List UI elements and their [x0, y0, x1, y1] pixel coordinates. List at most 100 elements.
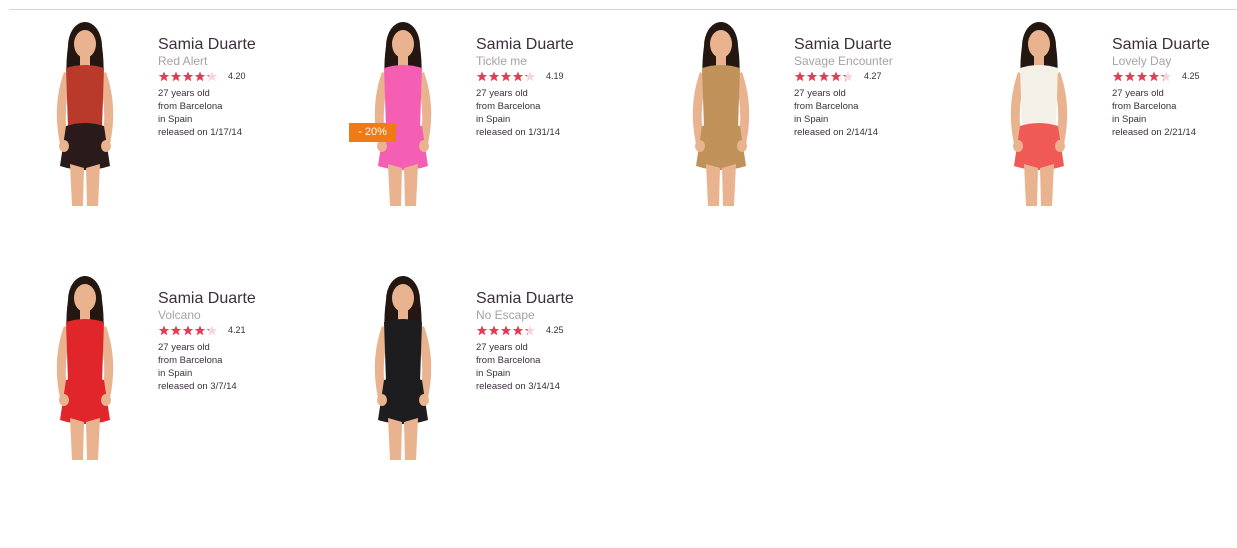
- star-icon: [524, 71, 536, 82]
- model-age: 27 years old: [158, 342, 210, 353]
- release-date: released on 2/14/14: [794, 127, 878, 138]
- gallery-card: Samia Duarte Savage Encounter 4.27 27 years…: [666, 16, 966, 216]
- discount-badge[interactable]: - 20%: [349, 123, 396, 142]
- star-rating[interactable]: [476, 71, 536, 82]
- rating-row: 4.19: [476, 70, 646, 83]
- card-info: Samia Duarte Volcano 4.21 27 years old from …: [158, 289, 328, 393]
- star-icon: [1148, 71, 1160, 82]
- rating-value: 4.25: [546, 325, 564, 335]
- model-details: 27 years old from Barcelona in Spain releas…: [1112, 87, 1237, 139]
- model-photo: [56, 22, 114, 206]
- star-icon: [206, 71, 218, 82]
- model-photo: [374, 276, 432, 460]
- model-details: 27 years old from Barcelona in Spain releas…: [476, 87, 646, 139]
- model-name-link[interactable]: Samia Duarte: [794, 35, 964, 54]
- gallery-title-link[interactable]: Tickle me: [476, 53, 646, 69]
- star-icon: [476, 71, 488, 82]
- star-rating[interactable]: [1112, 71, 1172, 82]
- model-city: from Barcelona: [158, 355, 223, 366]
- rating-value: 4.25: [1182, 71, 1200, 81]
- model-country: in Spain: [476, 114, 511, 125]
- rating-value: 4.27: [864, 71, 882, 81]
- star-rating[interactable]: [476, 325, 536, 336]
- star-icon: [1112, 71, 1124, 82]
- gallery-thumbnail[interactable]: [348, 16, 458, 212]
- star-icon: [488, 71, 500, 82]
- model-country: in Spain: [158, 368, 193, 379]
- star-icon: [194, 71, 206, 82]
- rating-row: 4.25: [476, 324, 646, 337]
- gallery-title-link[interactable]: Savage Encounter: [794, 53, 964, 69]
- star-rating[interactable]: [158, 325, 218, 336]
- rating-row: 4.25: [1112, 70, 1237, 83]
- star-rating[interactable]: [158, 71, 218, 82]
- model-name-link[interactable]: Samia Duarte: [1112, 35, 1237, 54]
- gallery-thumbnail[interactable]: [348, 270, 458, 466]
- rating-value: 4.19: [546, 71, 564, 81]
- model-details: 27 years old from Barcelona in Spain releas…: [158, 87, 328, 139]
- rating-row: 4.27: [794, 70, 964, 83]
- star-icon: [818, 71, 830, 82]
- model-age: 27 years old: [476, 342, 528, 353]
- star-icon: [500, 71, 512, 82]
- gallery-card: Samia Duarte Lovely Day 4.25 27 years old fr…: [984, 16, 1237, 216]
- model-age: 27 years old: [476, 88, 528, 99]
- model-country: in Spain: [158, 114, 193, 125]
- star-icon: [1160, 71, 1172, 82]
- release-date: released on 1/31/14: [476, 127, 560, 138]
- model-city: from Barcelona: [476, 101, 541, 112]
- gallery-card: Samia Duarte Red Alert 4.20 27 years old fro…: [30, 16, 330, 216]
- model-age: 27 years old: [1112, 88, 1164, 99]
- star-icon: [1136, 71, 1148, 82]
- model-name-link[interactable]: Samia Duarte: [158, 35, 328, 54]
- model-city: from Barcelona: [476, 355, 541, 366]
- rating-value: 4.20: [228, 71, 246, 81]
- model-details: 27 years old from Barcelona in Spain releas…: [794, 87, 964, 139]
- star-icon: [182, 325, 194, 336]
- model-age: 27 years old: [158, 88, 210, 99]
- release-date: released on 2/21/14: [1112, 127, 1196, 138]
- model-photo: [692, 22, 750, 206]
- model-details: 27 years old from Barcelona in Spain releas…: [476, 341, 646, 393]
- star-icon: [158, 71, 170, 82]
- star-icon: [194, 325, 206, 336]
- model-photo: [1010, 22, 1068, 206]
- model-country: in Spain: [1112, 114, 1147, 125]
- model-photo: [56, 276, 114, 460]
- release-date: released on 3/7/14: [158, 381, 237, 392]
- gallery-card: Samia Duarte Volcano 4.21 27 years old from …: [30, 270, 330, 470]
- release-date: released on 3/14/14: [476, 381, 560, 392]
- model-age: 27 years old: [794, 88, 846, 99]
- gallery-thumbnail[interactable]: [666, 16, 776, 212]
- card-info: Samia Duarte Red Alert 4.20 27 years old fro…: [158, 35, 328, 139]
- model-country: in Spain: [476, 368, 511, 379]
- rating-value: 4.21: [228, 325, 246, 335]
- gallery-title-link[interactable]: Red Alert: [158, 53, 328, 69]
- gallery-title-link[interactable]: Volcano: [158, 307, 328, 323]
- gallery-card: Samia Duarte No Escape 4.25 27 years old fro…: [348, 270, 648, 470]
- star-icon: [488, 325, 500, 336]
- gallery-card: - 20% Samia Duarte Tickle me 4.19 27 years o…: [348, 16, 648, 216]
- gallery-thumbnail[interactable]: [30, 270, 140, 466]
- model-name-link[interactable]: Samia Duarte: [158, 289, 328, 308]
- model-city: from Barcelona: [158, 101, 223, 112]
- gallery-title-link[interactable]: No Escape: [476, 307, 646, 323]
- gallery-title-link[interactable]: Lovely Day: [1112, 53, 1237, 69]
- rating-row: 4.21: [158, 324, 328, 337]
- model-city: from Barcelona: [794, 101, 859, 112]
- star-icon: [170, 71, 182, 82]
- card-info: Samia Duarte No Escape 4.25 27 years old fro…: [476, 289, 646, 393]
- star-icon: [476, 325, 488, 336]
- release-date: released on 1/17/14: [158, 127, 242, 138]
- model-city: from Barcelona: [1112, 101, 1177, 112]
- star-icon: [842, 71, 854, 82]
- star-icon: [806, 71, 818, 82]
- star-icon: [1124, 71, 1136, 82]
- star-icon: [170, 325, 182, 336]
- gallery-thumbnail[interactable]: [984, 16, 1094, 212]
- gallery-thumbnail[interactable]: [30, 16, 140, 212]
- model-name-link[interactable]: Samia Duarte: [476, 35, 646, 54]
- star-rating[interactable]: [794, 71, 854, 82]
- model-name-link[interactable]: Samia Duarte: [476, 289, 646, 308]
- star-icon: [500, 325, 512, 336]
